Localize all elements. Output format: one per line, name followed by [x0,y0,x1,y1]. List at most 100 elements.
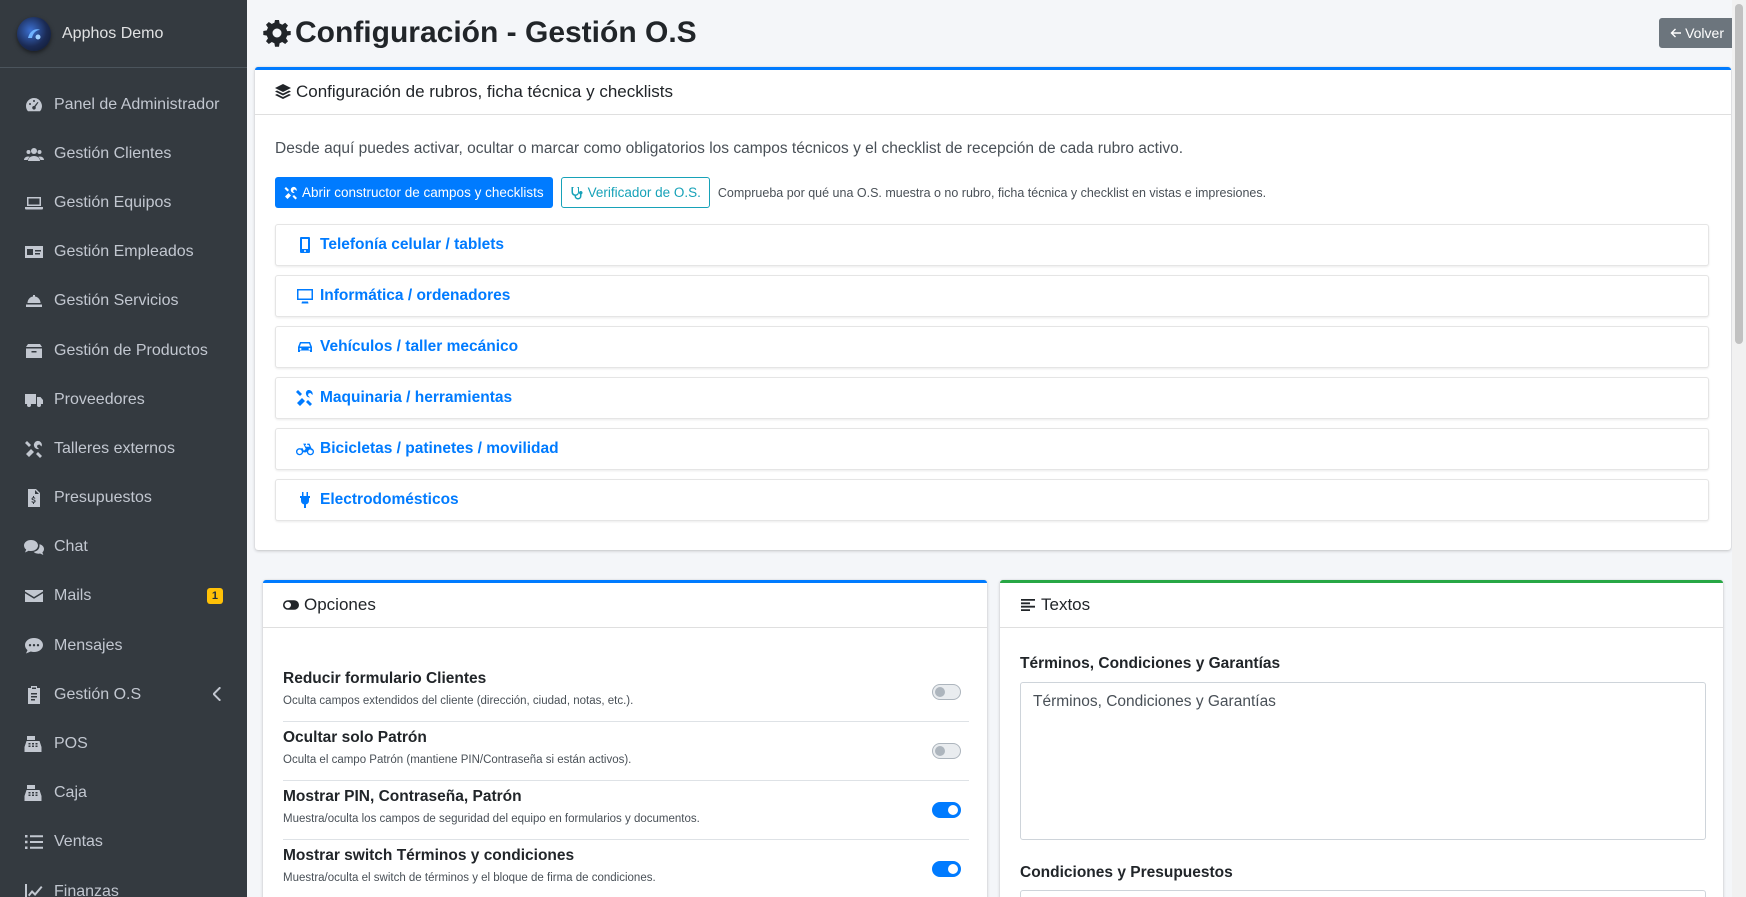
card-title: Textos [1041,595,1091,614]
verifier-hint: Comprueba por qué una O.S. muestra o no … [717,185,1267,200]
terms-label: Términos, Condiciones y Garantías [1020,655,1281,672]
file-invoice-icon [23,487,45,509]
rubro-label: Telefonía celular / tablets [320,236,505,253]
list-icon [23,831,45,853]
truck-icon [23,389,45,411]
sidebar-item-label: Gestión Equipos [54,193,172,211]
sidebar-item-label: Talleres externos [54,439,175,457]
sidebar-item-ventas[interactable]: Ventas [0,818,247,867]
show-security-fields-toggle[interactable] [932,802,961,818]
tools-icon [284,186,297,199]
rubro-electrodomesticos[interactable]: Electrodomésticos [275,479,1709,521]
tachometer-icon [23,94,45,116]
sidebar-item-label: Panel de Administrador [54,95,220,113]
sidebar: Apphos Demo Panel de Administrador Gesti… [0,0,247,897]
sidebar-item-chat[interactable]: Chat [0,523,247,572]
brand-link[interactable]: Apphos Demo [0,0,247,68]
clipboard-icon [23,684,45,706]
sidebar-item-gestion-empleados[interactable]: Gestión Empleados [0,228,247,277]
chevron-left-icon [212,686,223,702]
mails-count-badge: 1 [206,587,223,604]
toggle-on-icon [283,600,299,610]
show-terms-switch-toggle[interactable] [932,861,961,877]
scrollbar-thumb[interactable] [1735,4,1743,344]
brand-logo [17,16,51,51]
arrow-left-icon [1670,28,1682,38]
sidebar-item-label: Caja [54,784,87,802]
rubro-label: Maquinaria / herramientas [320,389,513,406]
page-title: Configuración - Gestión O.S [263,16,697,50]
desktop-icon [297,289,313,304]
card-header: Configuración de rubros, ficha técnica y… [255,70,1731,115]
card-title: Configuración de rubros, ficha técnica y… [296,82,674,101]
sidebar-item-panel-administrador[interactable]: Panel de Administrador [0,80,247,129]
layer-group-icon [275,84,291,99]
option-title: Ocultar solo Patrón [283,729,427,746]
option-desc: Muestra/oculta los campos de seguridad d… [283,813,700,825]
sidebar-item-gestion-os[interactable]: Gestión O.S [0,670,247,719]
mobile-icon [300,237,310,253]
page-scrollbar[interactable] [1732,0,1746,897]
sidebar-item-gestion-productos[interactable]: Gestión de Productos [0,326,247,375]
sidebar-item-proveedores[interactable]: Proveedores [0,375,247,424]
sidebar-item-gestion-equipos[interactable]: Gestión Equipos [0,178,247,227]
option-title: Reducir formulario Clientes [283,670,487,687]
sidebar-item-pos[interactable]: POS [0,719,247,768]
option-title: Mostrar switch Términos y condiciones [283,847,575,864]
car-icon [298,342,312,352]
sidebar-item-gestion-servicios[interactable]: Gestión Servicios [0,277,247,326]
sidebar-item-label: Proveedores [54,390,145,408]
hide-pattern-toggle[interactable] [932,743,961,759]
sidebar-item-mensajes[interactable]: Mensajes [0,621,247,670]
rubro-vehiculos[interactable]: Vehículos / taller mecánico [275,326,1709,368]
envelope-icon [23,585,45,607]
rubro-bicicletas[interactable]: Bicicletas / patinetes / movilidad [275,428,1709,470]
sidebar-item-presupuestos[interactable]: Presupuestos [0,474,247,523]
os-verifier-button[interactable]: Verificador de O.S. [560,177,710,208]
rubro-label: Informática / ordenadores [320,287,511,304]
sidebar-item-label: Mails [54,587,92,605]
plug-icon [300,492,310,508]
cash-register-icon [23,782,45,804]
sidebar-item-label: Ventas [54,833,103,851]
sidebar-item-talleres-externos[interactable]: Talleres externos [0,424,247,473]
box-icon [23,340,45,362]
sidebar-item-gestion-clientes[interactable]: Gestión Clientes [0,129,247,178]
page-header: Configuración - Gestión O.S Volver [247,0,1746,66]
align-left-icon [1021,599,1035,611]
sidebar-item-label: POS [54,735,88,753]
sidebar-item-label: Gestión Empleados [54,243,194,261]
sidebar-item-finanzas[interactable]: Finanzas [0,867,247,897]
terms-textarea[interactable]: Términos, Condiciones y Garantías [1020,682,1706,840]
option-row: Mostrar switch Términos y condiciones Mu… [283,840,969,897]
rubro-maquinaria[interactable]: Maquinaria / herramientas [275,377,1709,419]
sidebar-item-mails[interactable]: Mails 1 [0,572,247,621]
texts-card: Textos Términos, Condiciones y Garantías… [1000,580,1723,897]
options-card: Opciones Reducir formulario Clientes Ocu… [263,580,987,897]
card-header: Opciones [263,583,987,628]
budget-conditions-textarea[interactable] [1020,890,1706,897]
reduce-client-form-toggle[interactable] [932,684,961,700]
chart-line-icon [23,881,45,897]
main-content: Configuración - Gestión O.S Volver Confi… [247,0,1746,897]
sidebar-item-label: Presupuestos [54,489,152,507]
open-builder-button[interactable]: Abrir constructor de campos y checklists [275,177,553,208]
comments-icon [23,536,45,558]
option-row: Reducir formulario Clientes Oculta campo… [283,663,969,722]
sidebar-item-label: Gestión Servicios [54,292,179,310]
laptop-icon [23,192,45,214]
rubro-telefonia[interactable]: Telefonía celular / tablets [275,224,1709,266]
back-button[interactable]: Volver [1659,18,1735,48]
sidebar-nav: Panel de Administrador Gestión Clientes … [0,68,247,897]
option-row: Mostrar PIN, Contraseña, Patrón Muestra/… [283,781,969,840]
action-row: Abrir constructor de campos y checklists… [275,177,1266,208]
option-desc: Muestra/oculta el switch de términos y e… [283,872,656,884]
budget-conditions-label: Condiciones y Presupuestos [1020,864,1233,881]
users-icon [23,143,45,165]
sidebar-item-caja[interactable]: Caja [0,769,247,818]
sidebar-item-label: Chat [54,538,88,556]
intro-text: Desde aquí puedes activar, ocultar o mar… [275,140,1184,157]
tools-icon [23,438,45,460]
rubro-informatica[interactable]: Informática / ordenadores [275,275,1709,317]
tools-icon [296,389,313,406]
